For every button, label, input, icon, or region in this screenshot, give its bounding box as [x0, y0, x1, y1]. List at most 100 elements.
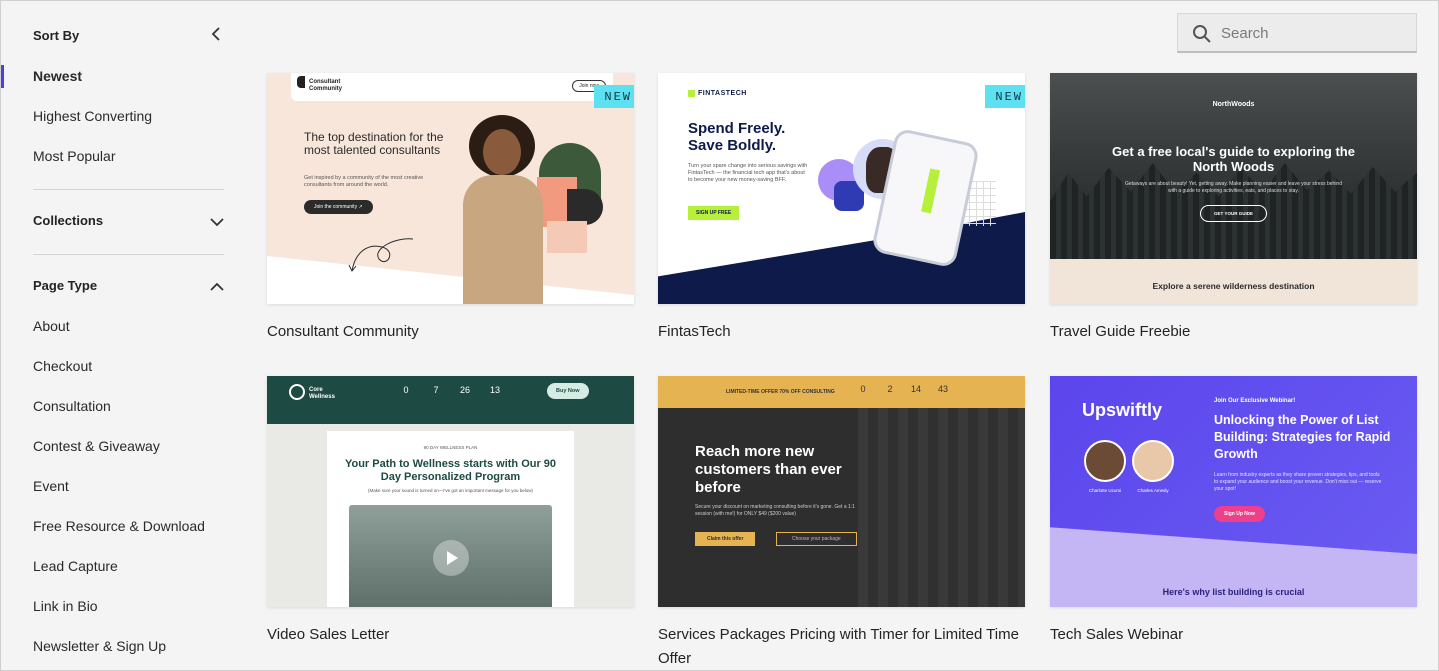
- play-icon: [433, 540, 469, 576]
- preview-brand: Core Wellness: [309, 387, 335, 400]
- preview-timer-days: 0: [860, 384, 866, 394]
- preview-headline: The top destination for the most talente…: [304, 130, 444, 157]
- preview-brand: Upswiftly: [1082, 400, 1163, 420]
- page-type-free-resource-download[interactable]: Free Resource & Download: [33, 518, 205, 534]
- template-card-tech-sales-webinar[interactable]: Upswiftly Join Our Exclusive Webinar! Un…: [1050, 376, 1417, 647]
- template-thumbnail[interactable]: FINTASTECH Spend Freely. Save Boldly. Tu…: [658, 73, 1025, 304]
- preview-eyebrow: Join Our Exclusive Webinar!: [1214, 398, 1296, 404]
- template-title[interactable]: FintasTech: [658, 320, 1025, 344]
- template-card-travel-guide-freebie[interactable]: NorthWoods Get a free local's guide to e…: [1050, 73, 1417, 344]
- preview-timer-seconds: 13: [489, 385, 500, 395]
- active-sort-indicator: [1, 65, 4, 88]
- speaker-avatar: [1084, 440, 1126, 482]
- page-type-contest-giveaway[interactable]: Contest & Giveaway: [33, 438, 160, 454]
- new-badge: NEW: [594, 85, 634, 108]
- preview-footer: Explore a serene wilderness destination: [1152, 281, 1315, 291]
- preview-headline: Unlocking the Power of List Building: St…: [1214, 413, 1391, 461]
- preview-eyebrow: 90 DAY WELLNESS PLAN: [423, 445, 478, 450]
- sidebar: Sort By Newest Highest Converting Most P…: [1, 1, 241, 671]
- preview-cta: SIGN UP FREE: [688, 206, 740, 220]
- preview-video: [349, 505, 552, 607]
- divider: [33, 254, 224, 255]
- preview-timer-minutes: 14: [910, 384, 921, 394]
- template-card-fintastech[interactable]: FINTASTECH Spend Freely. Save Boldly. Tu…: [658, 73, 1025, 344]
- preview-content-card: 90 DAY WELLNESS PLAN Your Path to Wellne…: [327, 431, 574, 607]
- sort-option-most-popular[interactable]: Most Popular: [33, 148, 115, 164]
- page-type-link-in-bio[interactable]: Link in Bio: [33, 598, 98, 614]
- sort-option-newest[interactable]: Newest: [33, 68, 82, 84]
- preview-subtext: Getaways are about beauty! Yet, getting …: [1125, 181, 1342, 194]
- page-type-about[interactable]: About: [33, 318, 70, 334]
- preview-subtext: Get inspired by a community of the most …: [304, 175, 424, 188]
- preview-timer-hours: 7: [433, 385, 439, 395]
- search-icon: [1193, 25, 1211, 43]
- preview-shape: [547, 221, 587, 253]
- preview-person-image: [457, 115, 549, 304]
- page-type-newsletter-sign-up[interactable]: Newsletter & Sign Up: [33, 638, 166, 654]
- preview-timer-hours: 2: [887, 384, 893, 394]
- speaker-name: Charles Amesly: [1137, 488, 1169, 493]
- preview-brand: NorthWoods: [1212, 101, 1255, 108]
- preview-timer-minutes: 26: [459, 385, 470, 395]
- collapse-sidebar-chevron-left-icon[interactable]: [206, 24, 226, 44]
- page-type-lead-capture[interactable]: Lead Capture: [33, 558, 118, 574]
- template-thumbnail[interactable]: Upswiftly Join Our Exclusive Webinar! Un…: [1050, 376, 1417, 607]
- preview-building-image: [858, 408, 1025, 607]
- preview-brand: Consultant Community: [309, 79, 342, 92]
- collections-heading[interactable]: Collections: [33, 213, 103, 228]
- preview-subtext: Secure your discount on marketing consul…: [695, 504, 855, 517]
- search-input[interactable]: [1221, 22, 1406, 44]
- template-title[interactable]: Consultant Community: [267, 320, 634, 344]
- logo-mark-icon: [688, 90, 695, 97]
- preview-subtext: Learn from industry experts as they shar…: [1214, 472, 1382, 492]
- page-type-consultation[interactable]: Consultation: [33, 398, 111, 414]
- divider: [33, 189, 224, 190]
- template-card-video-sales-letter[interactable]: Core Wellness 0 7 26 13 Buy Now 90 DAY W…: [267, 376, 634, 647]
- page-type-checkout[interactable]: Checkout: [33, 358, 92, 374]
- preview-cta: GET YOUR GUIDE: [1200, 205, 1267, 222]
- preview-headline: Spend Freely. Save Boldly.: [688, 120, 786, 154]
- logo-mark-icon: [297, 76, 305, 88]
- speaker-avatar: [1132, 440, 1174, 482]
- template-title[interactable]: Video Sales Letter: [267, 623, 634, 647]
- logo-mark-icon: [289, 384, 305, 400]
- preview-headline: Get a free local's guide to exploring th…: [1112, 144, 1355, 174]
- search-box[interactable]: [1177, 13, 1417, 53]
- template-title[interactable]: Travel Guide Freebie: [1050, 320, 1417, 344]
- preview-nav-button: Buy Now: [547, 383, 589, 399]
- preview-cta: Join the community ↗: [304, 200, 373, 214]
- new-badge: NEW: [985, 85, 1025, 108]
- template-thumbnail[interactable]: Core Wellness 0 7 26 13 Buy Now 90 DAY W…: [267, 376, 634, 607]
- sort-option-highest-converting[interactable]: Highest Converting: [33, 108, 152, 124]
- preview-headline: Reach more new customers than ever befor…: [695, 443, 842, 496]
- preview-cta-primary: Claim this offer: [695, 532, 756, 546]
- preview-brand: FINTASTECH: [698, 90, 747, 97]
- template-card-services-packages-pricing[interactable]: LIMITED-TIME OFFER 70% OFF CONSULTING 0 …: [658, 376, 1025, 671]
- preview-shape: [567, 189, 603, 225]
- template-title[interactable]: Services Packages Pricing with Timer for…: [658, 623, 1025, 671]
- page-type-event[interactable]: Event: [33, 478, 69, 494]
- preview-banner: [658, 376, 1025, 408]
- sort-by-heading: Sort By: [33, 28, 80, 43]
- page-type-chevron-up-icon[interactable]: [207, 277, 227, 297]
- template-thumbnail[interactable]: Consultant Community Join now The top de…: [267, 73, 634, 304]
- preview-cta: Sign Up Now: [1214, 506, 1265, 522]
- template-thumbnail[interactable]: NorthWoods Get a free local's guide to e…: [1050, 73, 1417, 304]
- preview-cta-secondary: Choose your package: [776, 532, 857, 546]
- speaker-name: Charlotte Uzumi: [1088, 488, 1122, 493]
- template-title[interactable]: Tech Sales Webinar: [1050, 623, 1417, 647]
- preview-subtext: (Make sure your sound is turned on—I've …: [368, 488, 533, 493]
- preview-banner-text: LIMITED-TIME OFFER 70% OFF CONSULTING: [726, 389, 835, 395]
- template-card-consultant-community[interactable]: Consultant Community Join now The top de…: [267, 73, 634, 344]
- preview-wave: [267, 416, 634, 430]
- preview-timer-seconds: 43: [937, 384, 948, 394]
- page-type-heading[interactable]: Page Type: [33, 278, 97, 293]
- collections-chevron-down-icon[interactable]: [207, 212, 227, 232]
- template-thumbnail[interactable]: LIMITED-TIME OFFER 70% OFF CONSULTING 0 …: [658, 376, 1025, 607]
- preview-shape: [267, 256, 634, 304]
- preview-headline: Your Path to Wellness starts with Our 90…: [344, 458, 557, 483]
- squiggle-arrow-icon: [348, 238, 414, 272]
- preview-timer-days: 0: [403, 385, 409, 395]
- preview-subtext: Turn your spare change into serious savi…: [688, 163, 808, 183]
- preview-footer: Here's why list building is crucial: [1162, 587, 1305, 597]
